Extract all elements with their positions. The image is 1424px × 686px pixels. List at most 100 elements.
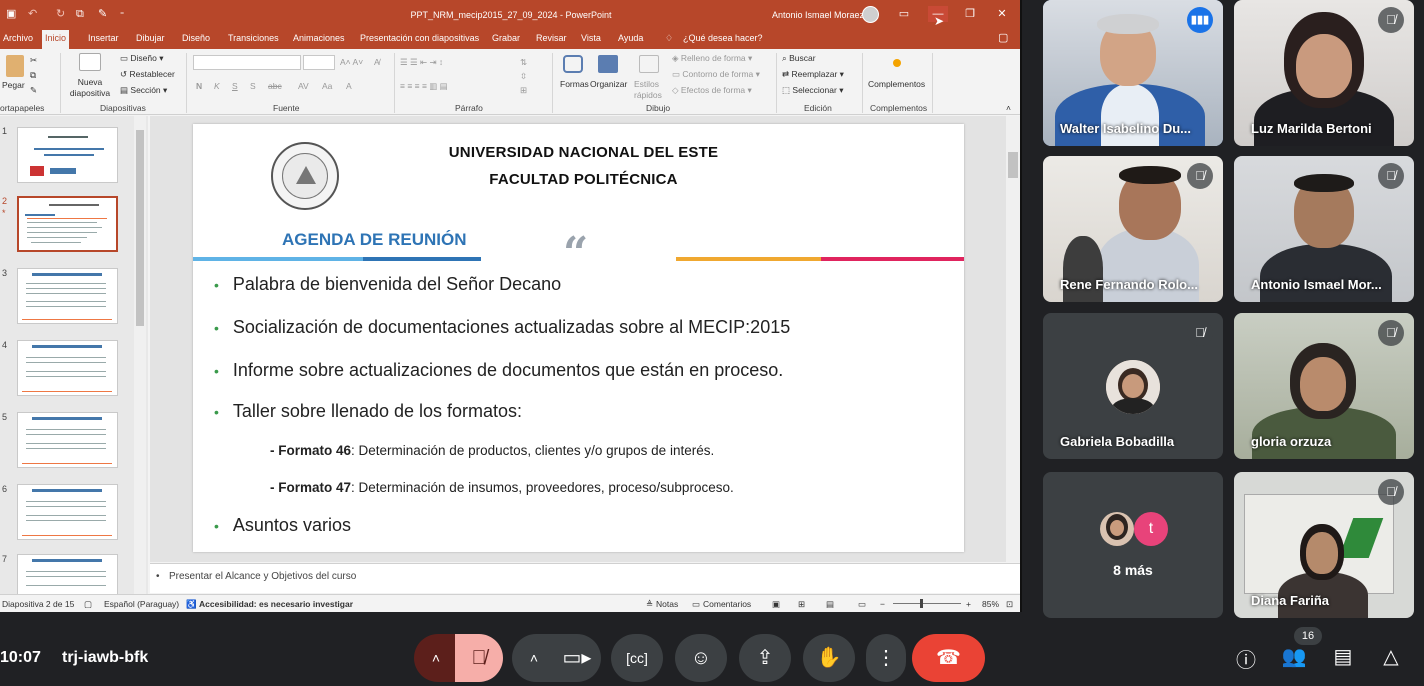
reading-view-icon[interactable]: ▤: [826, 599, 834, 610]
tab-vista[interactable]: Vista: [578, 30, 604, 49]
accessibility-status[interactable]: Accesibilidad: es necesario investigar: [199, 599, 353, 609]
tab-archivo[interactable]: Archivo: [0, 30, 36, 49]
font-size-box[interactable]: [303, 55, 335, 70]
activities-icon[interactable]: △: [1376, 644, 1406, 669]
shape-effects-button[interactable]: ◇ Efectos de forma ▾: [672, 85, 752, 96]
participant-tile[interactable]: 🎙̸ Gabriela Bobadilla: [1043, 313, 1223, 459]
slide-thumbnail[interactable]: [17, 127, 118, 183]
reset-button[interactable]: ↺ Restablecer: [120, 69, 175, 80]
microphone-button[interactable]: 🎙̸: [455, 634, 503, 682]
participant-tile[interactable]: 🎙̸ Rene Fernando Rolo...: [1043, 156, 1223, 302]
reactions-button[interactable]: ☺: [675, 634, 727, 682]
smartart-icon[interactable]: ⊞: [520, 85, 527, 96]
tell-me-search[interactable]: ¿Qué desea hacer?: [680, 30, 766, 49]
notes-icon[interactable]: ≜: [646, 599, 653, 610]
slideshow-view-icon[interactable]: ▭: [858, 599, 866, 610]
slide-thumbnail-selected[interactable]: [17, 196, 118, 252]
info-icon[interactable]: ⓘ: [1231, 644, 1261, 673]
align-text-icon[interactable]: ⇳: [520, 71, 527, 82]
participant-tile[interactable]: 🎙̸ Luz Marilda Bertoni: [1234, 0, 1414, 146]
tab-ayuda[interactable]: Ayuda: [615, 30, 646, 49]
scrollbar-thumb[interactable]: [136, 130, 144, 326]
user-name[interactable]: Antonio Ismael Moraez: [772, 10, 864, 20]
tab-insertar[interactable]: Insertar: [85, 30, 122, 49]
collapse-ribbon-icon[interactable]: ˄: [1006, 103, 1011, 113]
zoom-out-icon[interactable]: −: [880, 599, 885, 609]
shapes-button[interactable]: Formas: [560, 79, 589, 89]
language-status[interactable]: Español (Paraguay): [104, 599, 179, 609]
grow-font-icon[interactable]: A˄ A˅: [340, 57, 363, 67]
accessibility-icon[interactable]: ♿: [186, 599, 197, 610]
italic-icon[interactable]: K: [214, 81, 220, 91]
font-name-box[interactable]: [193, 55, 301, 70]
section-button[interactable]: ▤ Sección ▾: [120, 85, 167, 96]
tab-dibujar[interactable]: Dibujar: [133, 30, 168, 49]
tab-presentacion[interactable]: Presentación con diapositivas: [357, 30, 482, 49]
captions-button[interactable]: [cc]: [611, 634, 663, 682]
find-button[interactable]: ⌕ Buscar: [782, 53, 816, 64]
notes-toggle[interactable]: Notas: [656, 599, 678, 609]
zoom-slider[interactable]: [893, 603, 961, 604]
close-icon[interactable]: ✕: [992, 6, 1012, 22]
font-color-icon[interactable]: A: [346, 81, 352, 91]
cut-icon[interactable]: ✂: [30, 55, 37, 66]
tab-transiciones[interactable]: Transiciones: [225, 30, 282, 49]
zoom-in-icon[interactable]: +: [966, 599, 971, 609]
restore-icon[interactable]: ❐: [960, 6, 980, 22]
video-options-button[interactable]: ˄: [512, 634, 556, 682]
more-participants-tile[interactable]: t 8 más: [1043, 472, 1223, 618]
comments-icon[interactable]: ▢: [995, 30, 1011, 49]
meeting-code[interactable]: trj-iawb-bfk: [62, 649, 148, 667]
new-slide-button[interactable]: Nueva diapositiva: [67, 77, 113, 99]
shape-fill-button[interactable]: ◈ Relleno de forma ▾: [672, 53, 752, 64]
participant-tile[interactable]: ▮▮▮ Walter Isabelino Du...: [1043, 0, 1223, 146]
tab-animaciones[interactable]: Animaciones: [290, 30, 348, 49]
spacing-icon[interactable]: AV: [298, 81, 309, 91]
zoom-level[interactable]: 85%: [982, 599, 999, 609]
bold-icon[interactable]: N: [196, 81, 202, 91]
shadow-icon[interactable]: S: [250, 81, 256, 91]
shapes-icon[interactable]: [563, 55, 583, 73]
scrollbar-thumb[interactable]: [1008, 152, 1018, 178]
comments-toggle[interactable]: Comentarios: [703, 599, 751, 609]
participant-tile[interactable]: 🎙̸ Diana Fariña: [1234, 472, 1414, 618]
current-slide[interactable]: UNIVERSIDAD NACIONAL DEL ESTE FACULTAD P…: [193, 124, 964, 552]
select-button[interactable]: ⬚ Seleccionar ▾: [782, 85, 843, 96]
underline-icon[interactable]: S: [232, 81, 238, 91]
addins-icon[interactable]: [893, 59, 901, 67]
layout-button[interactable]: ▭ Diseño ▾: [120, 53, 164, 64]
slide-scrollbar[interactable]: [1006, 116, 1020, 562]
quick-styles-button[interactable]: Estilos rápidos: [634, 79, 668, 101]
copy-icon[interactable]: ⧉: [30, 70, 36, 81]
spell-check-icon[interactable]: ▢: [84, 599, 92, 610]
user-avatar[interactable]: [862, 6, 879, 23]
slide-thumbnail[interactable]: [17, 268, 118, 324]
clear-format-icon[interactable]: A̸: [374, 57, 380, 67]
slide-thumbnail[interactable]: [17, 412, 118, 468]
leave-call-button[interactable]: ☎: [912, 634, 985, 682]
new-slide-icon[interactable]: [79, 53, 101, 71]
notes-pane[interactable]: • Presentar el Alcance y Objetivos del c…: [150, 563, 1020, 593]
quick-styles-icon[interactable]: [639, 55, 659, 73]
slide-thumbnail[interactable]: [17, 484, 118, 540]
format-painter-brush-icon[interactable]: ✎: [30, 85, 37, 96]
chat-icon[interactable]: ▤: [1328, 644, 1358, 669]
paste-button[interactable]: Pegar: [2, 80, 25, 90]
replace-button[interactable]: ⇄ Reemplazar ▾: [782, 69, 844, 80]
people-icon[interactable]: 👥: [1279, 644, 1309, 669]
arrange-icon[interactable]: [598, 55, 618, 73]
thumbnails-scrollbar[interactable]: [134, 116, 146, 594]
tab-diseno[interactable]: Diseño: [179, 30, 213, 49]
fit-slide-icon[interactable]: ⊡: [1006, 599, 1013, 610]
comments-small-icon[interactable]: ▭: [692, 599, 700, 610]
normal-view-icon[interactable]: ▣: [772, 599, 780, 610]
shape-outline-button[interactable]: ▭ Contorno de forma ▾: [672, 69, 760, 80]
case-icon[interactable]: Aa: [322, 81, 332, 91]
text-direction-icon[interactable]: ⇅: [520, 57, 527, 68]
slide-thumbnail[interactable]: [17, 340, 118, 396]
zoom-slider-thumb[interactable]: [920, 599, 923, 608]
more-options-button[interactable]: ⋮: [866, 634, 906, 682]
bullets-icon[interactable]: ☰ ☰ ⇤ ⇥ ↕: [400, 57, 443, 68]
tab-grabar[interactable]: Grabar: [489, 30, 523, 49]
present-button[interactable]: ⇪: [739, 634, 791, 682]
